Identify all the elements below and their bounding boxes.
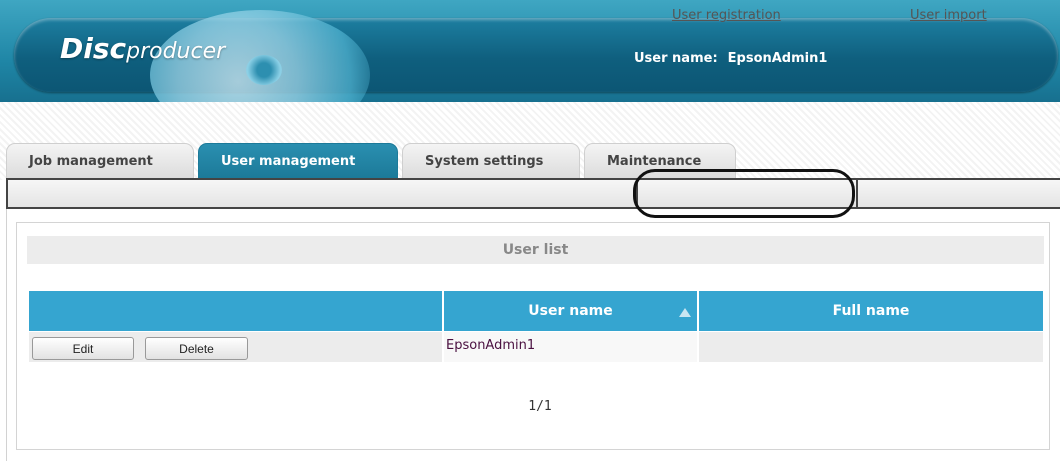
table-cell-full-name	[699, 332, 1043, 362]
table-cell-user-name: EpsonAdmin1	[444, 332, 697, 362]
app-header: Discproducer User name: EpsonAdmin1	[0, 0, 1060, 102]
user-registration-link[interactable]: User registration	[672, 8, 781, 23]
user-list-title: User list	[27, 236, 1044, 264]
sub-navigation	[6, 178, 1060, 209]
subnav-divider	[856, 180, 858, 207]
disc-hole-graphic	[246, 55, 282, 85]
user-name-value: EpsonAdmin1	[727, 51, 828, 66]
page-indicator: 1/1	[528, 399, 552, 414]
delete-button[interactable]: Delete	[145, 337, 248, 360]
current-user: User name: EpsonAdmin1	[634, 51, 837, 66]
tab-system-settings[interactable]: System settings	[402, 143, 580, 178]
tab-user-management[interactable]: User management	[198, 143, 398, 178]
sort-ascending-icon	[679, 308, 691, 317]
edit-button[interactable]: Edit	[32, 337, 134, 360]
column-header-full-name: Full name	[699, 291, 1043, 331]
tab-job-management[interactable]: Job management	[6, 143, 194, 178]
user-import-link[interactable]: User import	[910, 8, 987, 23]
column-header-user-name[interactable]: User name	[444, 291, 697, 331]
user-name-label: User name:	[634, 51, 718, 66]
column-header-user-name-label: User name	[528, 303, 613, 319]
logo-disc-text: Disc	[60, 32, 127, 65]
logo-producer-text: producer	[126, 39, 226, 64]
app-logo: Discproducer	[60, 32, 225, 65]
column-header-actions	[29, 291, 442, 331]
